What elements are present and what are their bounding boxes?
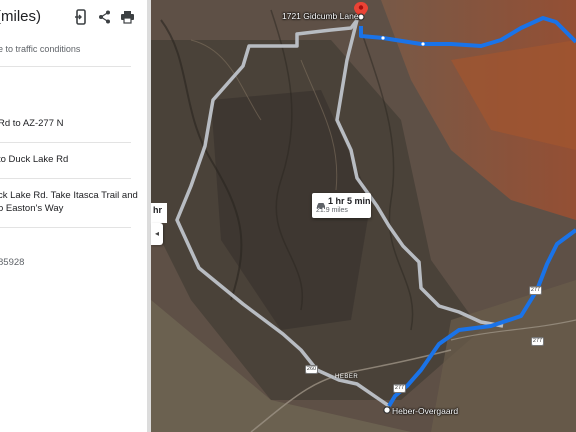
traffic-note: e to traffic conditions xyxy=(0,44,81,54)
divider xyxy=(0,142,131,143)
send-to-phone-icon[interactable] xyxy=(74,9,89,25)
primary-route-north[interactable] xyxy=(359,16,576,48)
divider xyxy=(0,178,131,179)
direction-step-1[interactable]: Rd to AZ-277 N xyxy=(0,118,147,131)
divider xyxy=(0,227,131,228)
car-icon xyxy=(316,197,326,210)
direction-step-3-cont: o Easton's Way xyxy=(0,203,64,214)
collapse-panel-button[interactable]: ◂ xyxy=(151,223,163,245)
alt-route-time-badge[interactable]: hr xyxy=(151,203,167,223)
route-shield-277: 277 xyxy=(529,286,542,295)
print-icon[interactable] xyxy=(120,9,135,25)
divider xyxy=(0,66,131,67)
route-shield-277: 277 xyxy=(531,337,544,346)
zip-code: 85928 xyxy=(0,257,25,268)
directions-panel: (miles) e to traffic conditions ) Rd to … xyxy=(0,0,147,432)
origin-marker[interactable] xyxy=(383,406,391,414)
destination-label[interactable]: 1721 Gidcumb Lane xyxy=(282,11,359,21)
town-label: HEBER xyxy=(335,374,359,380)
route-summary-title: (miles) xyxy=(0,8,41,25)
travel-time-callout[interactable]: 1 hr 5 min 21.9 miles xyxy=(312,193,371,218)
travel-distance: 21.9 miles xyxy=(316,207,348,214)
route-shield-277: 277 xyxy=(393,384,406,393)
alt-route-central[interactable] xyxy=(335,19,504,328)
route-shield-260: 260 xyxy=(305,365,318,374)
origin-label[interactable]: Heber-Overgaard xyxy=(392,406,458,416)
share-icon[interactable] xyxy=(97,9,112,25)
primary-route-south[interactable] xyxy=(387,228,576,408)
direction-step-2[interactable]: to Duck Lake Rd xyxy=(0,154,147,167)
header-actions xyxy=(74,9,135,25)
direction-step-3[interactable]: ck Lake Rd. Take Itasca Trail and xyxy=(0,190,147,203)
travel-duration: 1 hr 5 min xyxy=(328,196,371,206)
